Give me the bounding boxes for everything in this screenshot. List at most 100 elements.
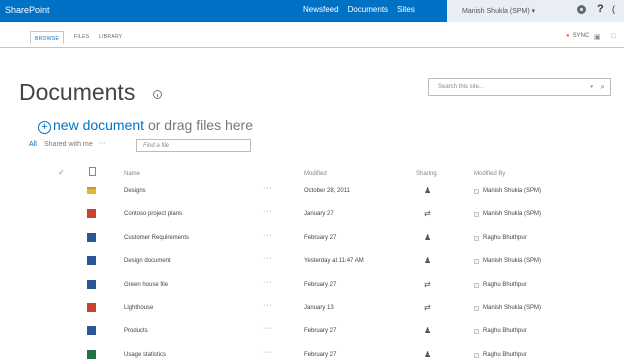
shared-icon[interactable]: ⇄: [424, 303, 431, 312]
page-title: Documents: [19, 79, 136, 105]
modified-date: February 27: [304, 281, 337, 288]
file-name-link[interactable]: Products: [124, 328, 148, 334]
document-type-icon: [89, 167, 96, 176]
user-menu[interactable]: Manish Shukla (SPM) ▾: [462, 7, 535, 15]
table-row[interactable]: Contoso project plans ··· January 27 ⇄ Manis…: [0, 204, 624, 227]
find-file-input[interactable]: Find a file: [136, 139, 251, 152]
file-name-link[interactable]: Contoso project plans: [124, 211, 182, 217]
table-row[interactable]: Lighthouse ··· January 13 ⇄ Manish Shukla (S…: [0, 298, 624, 321]
new-document-bar: + new document or drag files here: [38, 117, 253, 134]
table-row[interactable]: Products ··· February 27 ♟ Raghu Bhuthpur: [0, 321, 624, 344]
find-file-placeholder: Find a file: [143, 143, 170, 149]
search-box[interactable]: Search this site... ▾ ⌕: [428, 78, 611, 96]
suite-link-documents[interactable]: Documents: [348, 5, 388, 14]
fullscreen-icon[interactable]: □: [611, 33, 615, 40]
file-name-link[interactable]: Usage statistics: [124, 352, 166, 358]
modified-by-link[interactable]: Manish Shukla (SPM): [483, 305, 541, 311]
shared-icon[interactable]: ⇄: [424, 280, 431, 289]
select-all-check-icon[interactable]: ✓: [58, 168, 65, 177]
chevron-down-icon[interactable]: ▾: [590, 84, 593, 90]
excel-file-icon: [87, 349, 96, 359]
focus-icon[interactable]: ▣: [594, 33, 601, 41]
file-name-link[interactable]: Green house file: [124, 282, 168, 288]
ribbon: BROWSE FILES LIBRARY ● SYNC ▣ □: [0, 22, 624, 48]
modified-date: October 28, 2011: [304, 188, 350, 194]
shared-icon[interactable]: ⇄: [424, 209, 431, 218]
people-icon[interactable]: ♟: [424, 326, 431, 335]
search-placeholder: Search this site...: [438, 84, 485, 90]
modified-date: February 27: [304, 351, 337, 358]
modified-by-link[interactable]: Manish Shukla (SPM): [483, 211, 541, 217]
item-menu-button[interactable]: ···: [263, 349, 273, 356]
item-menu-button[interactable]: ···: [263, 232, 273, 239]
modified-date: January 27: [304, 211, 334, 218]
suite-link-newsfeed[interactable]: Newsfeed: [303, 5, 339, 14]
gear-icon[interactable]: [577, 5, 586, 14]
help-icon[interactable]: ?: [597, 3, 604, 15]
tab-files[interactable]: FILES: [74, 34, 89, 40]
sync-button[interactable]: ● SYNC: [566, 33, 589, 39]
folder-icon: [87, 187, 96, 194]
modified-date: Yesterday at 11:47 AM: [304, 258, 364, 265]
item-menu-button[interactable]: ···: [263, 302, 273, 309]
word-file-icon: [87, 232, 96, 242]
modified-by-link[interactable]: Manish Shukla (SPM): [483, 188, 541, 194]
drag-files-hint: or drag files here: [144, 117, 254, 133]
column-header-modified[interactable]: Modified: [304, 171, 327, 177]
plus-icon[interactable]: +: [38, 121, 51, 134]
people-icon[interactable]: ♟: [424, 350, 431, 359]
word-file-icon: [87, 326, 96, 336]
suite-link-sites[interactable]: Sites: [397, 5, 415, 14]
presence-icon: [474, 282, 479, 288]
modified-by-link[interactable]: Raghu Bhuthpur: [483, 282, 527, 288]
item-menu-button[interactable]: ···: [263, 185, 273, 192]
presence-icon: [474, 306, 479, 311]
table-row[interactable]: Designs ··· October 28, 2011 ♟ Manish Shukla…: [0, 181, 624, 204]
file-name-link[interactable]: Designs: [124, 188, 146, 194]
presence-icon: [474, 352, 479, 358]
table-row[interactable]: Customer Requirements ··· February 27 ♟ Ragh…: [0, 228, 624, 251]
file-name-link[interactable]: Customer Requirements: [124, 235, 189, 241]
table-row[interactable]: Design document ··· Yesterday at 11:47 AM ♟…: [0, 251, 624, 274]
search-icon[interactable]: ⌕: [601, 82, 605, 92]
new-document-link[interactable]: new document: [53, 117, 144, 133]
table-row[interactable]: Usage statistics ··· February 27 ♟ Raghu Bhu…: [0, 345, 624, 362]
suite-bar: SharePoint Newsfeed Documents Sites Mani…: [0, 0, 624, 22]
table-row[interactable]: Green house file ··· February 27 ⇄ Raghu Bhu…: [0, 275, 624, 298]
modified-date: February 27: [304, 234, 337, 241]
people-icon[interactable]: ♟: [424, 256, 431, 265]
more-views-button[interactable]: ···: [99, 140, 106, 147]
file-name-link[interactable]: Lighthouse: [124, 305, 153, 311]
column-header-sharing[interactable]: Sharing: [416, 171, 437, 177]
item-menu-button[interactable]: ···: [263, 325, 273, 332]
tab-library[interactable]: LIBRARY: [99, 34, 122, 40]
people-icon[interactable]: ♟: [424, 233, 431, 242]
sync-dot-icon: ●: [566, 33, 570, 39]
presence-icon: [474, 329, 479, 335]
tab-browse[interactable]: BROWSE: [30, 31, 65, 44]
item-menu-button[interactable]: ···: [263, 255, 273, 262]
view-shared-with-me[interactable]: Shared with me: [44, 141, 93, 148]
modified-by-link[interactable]: Raghu Bhuthpur: [483, 235, 527, 241]
modified-by-link[interactable]: Manish Shukla (SPM): [483, 258, 541, 264]
sharepoint-brand[interactable]: SharePoint: [5, 5, 50, 15]
item-menu-button[interactable]: ···: [263, 279, 273, 286]
item-menu-button[interactable]: ···: [263, 208, 273, 215]
column-header-name[interactable]: Name: [124, 171, 140, 177]
presence-icon: [474, 235, 479, 241]
word-file-icon: [87, 256, 96, 266]
modified-by-link[interactable]: Raghu Bhuthpur: [483, 352, 527, 358]
info-icon[interactable]: [153, 90, 162, 99]
modified-date: February 27: [304, 328, 337, 335]
modified-by-link[interactable]: Raghu Bhuthpur: [483, 328, 527, 334]
people-icon[interactable]: ♟: [424, 186, 431, 195]
presence-icon: [474, 259, 479, 265]
presence-icon: [474, 189, 479, 194]
file-name-link[interactable]: Design document: [124, 258, 171, 264]
column-header-modified-by[interactable]: Modified By: [474, 171, 505, 177]
sync-label: SYNC: [572, 33, 590, 39]
suite-extra-icon[interactable]: (: [612, 4, 615, 14]
modified-date: January 13: [304, 305, 334, 311]
view-all[interactable]: All: [29, 141, 37, 148]
word-file-icon: [87, 279, 96, 289]
